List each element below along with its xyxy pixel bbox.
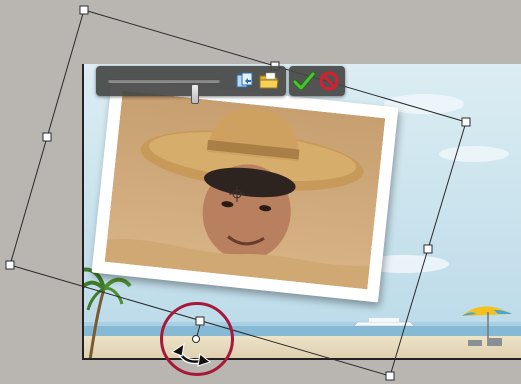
checkmark-icon (292, 71, 316, 91)
zoom-slider-thumb[interactable] (191, 84, 199, 104)
cancel-button[interactable] (318, 71, 340, 91)
photo-toolbar (96, 66, 286, 104)
commit-button[interactable] (292, 71, 316, 91)
commit-cancel-bar (289, 66, 345, 96)
corner-handle-top-right[interactable] (461, 117, 471, 127)
zoom-slider[interactable] (108, 79, 220, 104)
edge-handle-right[interactable] (423, 244, 433, 254)
transform-overlay (5, 5, 471, 381)
edge-handle-left[interactable] (42, 132, 52, 142)
open-folder-button[interactable] (258, 71, 280, 91)
workspace-canvas[interactable] (0, 0, 521, 384)
cancel-icon (319, 71, 339, 91)
rotate-highlight-circle (160, 302, 234, 376)
corner-handle-bottom-left[interactable] (5, 260, 15, 270)
reference-point-icon[interactable] (229, 186, 245, 202)
corner-handle-top-left[interactable] (79, 5, 89, 15)
corner-handle-bottom-right[interactable] (385, 371, 395, 381)
folder-icon (259, 72, 279, 89)
replace-photo-button[interactable] (234, 71, 256, 91)
replace-photo-icon (236, 72, 253, 88)
